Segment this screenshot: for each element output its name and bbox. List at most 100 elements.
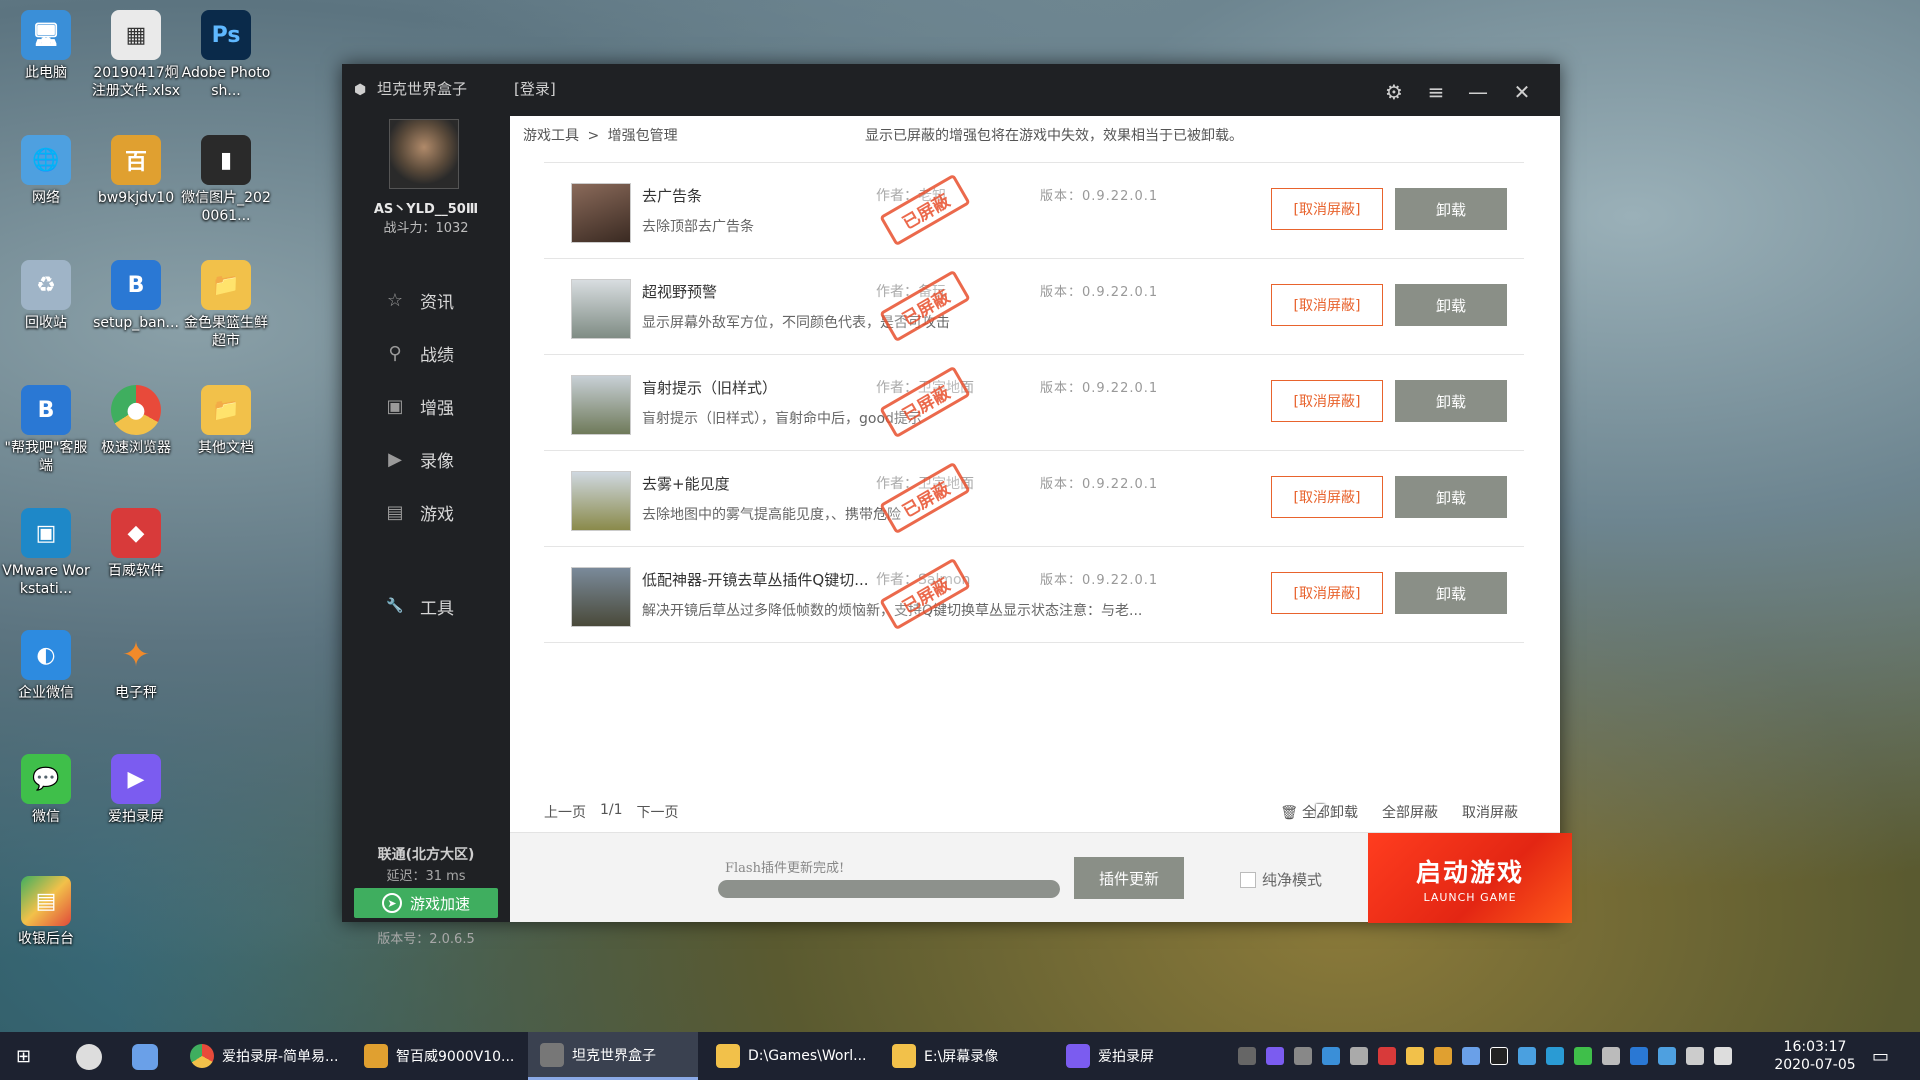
minimize-icon[interactable]: — [1466, 80, 1490, 104]
menu-icon[interactable]: ≡ [1424, 80, 1448, 104]
login-link[interactable]: [登录] [514, 78, 556, 99]
breadcrumb-tools[interactable]: 游戏工具 [523, 128, 579, 144]
desktop-icon-network[interactable]: 🌐 网络 [0, 135, 92, 207]
notification-icon[interactable]: ▭ [1872, 1046, 1889, 1067]
desktop-icon-vmware[interactable]: ▣ VMware Workstati... [0, 508, 92, 598]
unblock-button[interactable]: [取消屏蔽] [1271, 572, 1383, 614]
folder-tray-icon[interactable] [1406, 1047, 1424, 1065]
pos-icon: ▤ [21, 876, 71, 926]
tank-box-tray-icon[interactable] [1294, 1047, 1312, 1065]
package-name: 超视野预警 [642, 283, 718, 301]
pure-mode-checkbox[interactable]: 纯净模式 [1240, 869, 1322, 890]
taskbar-item-games-folder[interactable]: D:\Games\Worl... [704, 1032, 874, 1080]
system-clock[interactable]: 16:03:17 2020-07-05 [1760, 1038, 1870, 1074]
usb-tray-icon[interactable] [1350, 1047, 1368, 1065]
desktop-icon-scale[interactable]: ✦ 电子秤 [90, 630, 182, 702]
sidebar-item-news[interactable]: ☆ 资讯 [384, 286, 454, 314]
recycle-bin-icon: ♻ [21, 260, 71, 310]
desktop-icon-baiwei[interactable]: ◆ 百威软件 [90, 508, 182, 580]
display-tray-icon[interactable] [1658, 1047, 1676, 1065]
uninstall-button[interactable]: 卸载 [1395, 284, 1507, 326]
desktop-icon-photoshop[interactable]: Ps Adobe Photosh... [180, 10, 272, 100]
sidebar: AS丶YLD__50Ⅲ 战斗力：1032 ☆ 资讯 ⚲ 战绩 ▣ 增强 ▶ 录像… [342, 116, 510, 947]
folder-icon [892, 1044, 916, 1068]
uninstall-button[interactable]: 卸载 [1395, 572, 1507, 614]
avatar[interactable] [389, 119, 459, 189]
security-tray-icon[interactable] [1378, 1047, 1396, 1065]
desktop-icon-fruit-store[interactable]: 📁 金色果篮生鲜超市 [180, 260, 272, 350]
launch-game-button[interactable]: 启动游戏 LAUNCH GAME [1368, 833, 1572, 923]
wecom-icon: ◐ [21, 630, 71, 680]
clock-time: 16:03:17 [1783, 1039, 1847, 1055]
package-thumbnail [571, 183, 631, 243]
block-all-button[interactable]: 全部屏蔽 [1382, 802, 1438, 822]
desktop-icon-recycle-bin[interactable]: ♻ 回收站 [0, 260, 92, 332]
qq-tray-icon[interactable] [1490, 1047, 1508, 1065]
server-name[interactable]: 联通(北方大区) [342, 844, 510, 864]
network-tray-icon[interactable] [1322, 1047, 1340, 1065]
unblock-all-button[interactable]: 取消屏蔽 [1462, 802, 1518, 822]
tool-tray-icon[interactable] [1462, 1047, 1480, 1065]
wechat-tray-icon[interactable] [1574, 1047, 1592, 1065]
unblock-button[interactable]: [取消屏蔽] [1271, 380, 1383, 422]
taskbar-item-recordings-folder[interactable]: E:\屏幕录像 [880, 1032, 1050, 1080]
desktop-icon-bangwoba[interactable]: B "帮我吧"客服端 [0, 385, 92, 475]
desktop-icon-browser[interactable]: ● 极速浏览器 [90, 385, 182, 457]
breadcrumb-current: 增强包管理 [607, 128, 678, 144]
task-view-icon[interactable] [132, 1044, 158, 1070]
desktop-icon-wecom[interactable]: ◐ 企业微信 [0, 630, 92, 702]
app-version: 版本号：2.0.6.5 [377, 932, 475, 947]
sidebar-item-stats[interactable]: ⚲ 战绩 [384, 339, 454, 367]
uninstall-button[interactable]: 卸载 [1395, 476, 1507, 518]
star-icon: ☆ [386, 289, 404, 311]
page-indicator: 1/1 [600, 802, 623, 818]
desktop-icon-setup-ban[interactable]: B setup_ban... [90, 260, 182, 332]
desktop-icon-wechat-image[interactable]: ▮ 微信图片_2020061... [180, 135, 272, 225]
taskbar-item-aipai-recorder[interactable]: 爱拍录屏 [1054, 1032, 1224, 1080]
input-method-icon[interactable] [1238, 1047, 1256, 1065]
unblock-button[interactable]: [取消屏蔽] [1271, 284, 1383, 326]
unblock-button[interactable]: [取消屏蔽] [1271, 188, 1383, 230]
desktop-icon-other-docs[interactable]: 📁 其他文档 [180, 385, 272, 457]
close-icon[interactable]: ✕ [1510, 80, 1534, 104]
taskbar-item-aipai-browser[interactable]: 爱拍录屏-简单易... [178, 1032, 348, 1080]
next-page-link[interactable]: 下一页 [637, 802, 679, 822]
monitor-tray-icon[interactable] [1686, 1047, 1704, 1065]
windows-start-icon[interactable]: ⊞ [16, 1046, 36, 1067]
desktop-icon-this-pc[interactable]: 🖥 此电脑 [0, 10, 92, 82]
settings-gear-icon[interactable]: ⚙ [1382, 80, 1406, 104]
prev-page-link[interactable]: 上一页 [544, 802, 586, 822]
briefcase-icon: ▣ [386, 395, 404, 417]
cortana-icon[interactable] [76, 1044, 102, 1070]
shield-tray-icon[interactable] [1434, 1047, 1452, 1065]
browser-tray-icon[interactable] [1518, 1047, 1536, 1065]
recorder-tray-icon[interactable] [1266, 1047, 1284, 1065]
package-icon: ◆ [111, 508, 161, 558]
wifi-tray-icon[interactable] [1602, 1047, 1620, 1065]
desktop-icon-bw9kjdv10[interactable]: 百 bw9kjdv10 [90, 135, 182, 207]
screenshot-tray-icon[interactable] [1546, 1047, 1564, 1065]
taskbar-item-tank-box[interactable]: 坦克世界盒子 [528, 1032, 698, 1080]
desktop-icon-aipai[interactable]: ▶ 爱拍录屏 [90, 754, 182, 826]
uninstall-button[interactable]: 卸载 [1395, 188, 1507, 230]
plugin-update-button[interactable]: 插件更新 [1074, 857, 1184, 899]
sidebar-item-enhance[interactable]: ▣ 增强 [384, 392, 454, 420]
game-accelerate-button[interactable]: ➤ 游戏加速 [354, 888, 498, 918]
system-tray [1238, 1032, 1732, 1080]
checkbox-icon [1240, 871, 1256, 888]
taskbar-item-baiwei[interactable]: 智百威9000V10... [352, 1032, 522, 1080]
bluetooth-tray-icon[interactable] [1630, 1047, 1648, 1065]
package-name: 低配神器-开镜去草丛插件Q键切... [642, 571, 869, 589]
sidebar-item-replay[interactable]: ▶ 录像 [384, 445, 454, 473]
unblock-button[interactable]: [取消屏蔽] [1271, 476, 1383, 518]
title-bar[interactable]: ⬢ 坦克世界盒子 [登录] ⚙ ≡ — ✕ [342, 64, 1560, 116]
volume-icon[interactable] [1714, 1047, 1732, 1065]
desktop-icon-pos-backend[interactable]: ▤ 收银后台 [0, 876, 92, 948]
package-name: 去雾+能见度 [642, 475, 730, 493]
image-file-icon: ▮ [201, 135, 251, 185]
sidebar-item-games[interactable]: ▤ 游戏 [384, 498, 454, 526]
desktop-icon-xlsx[interactable]: ▦ 20190417炯注册文件.xlsx [90, 10, 182, 100]
uninstall-button[interactable]: 卸载 [1395, 380, 1507, 422]
desktop-icon-wechat[interactable]: 💬 微信 [0, 754, 92, 826]
sidebar-item-tools[interactable]: 🔧 工具 [384, 592, 454, 620]
